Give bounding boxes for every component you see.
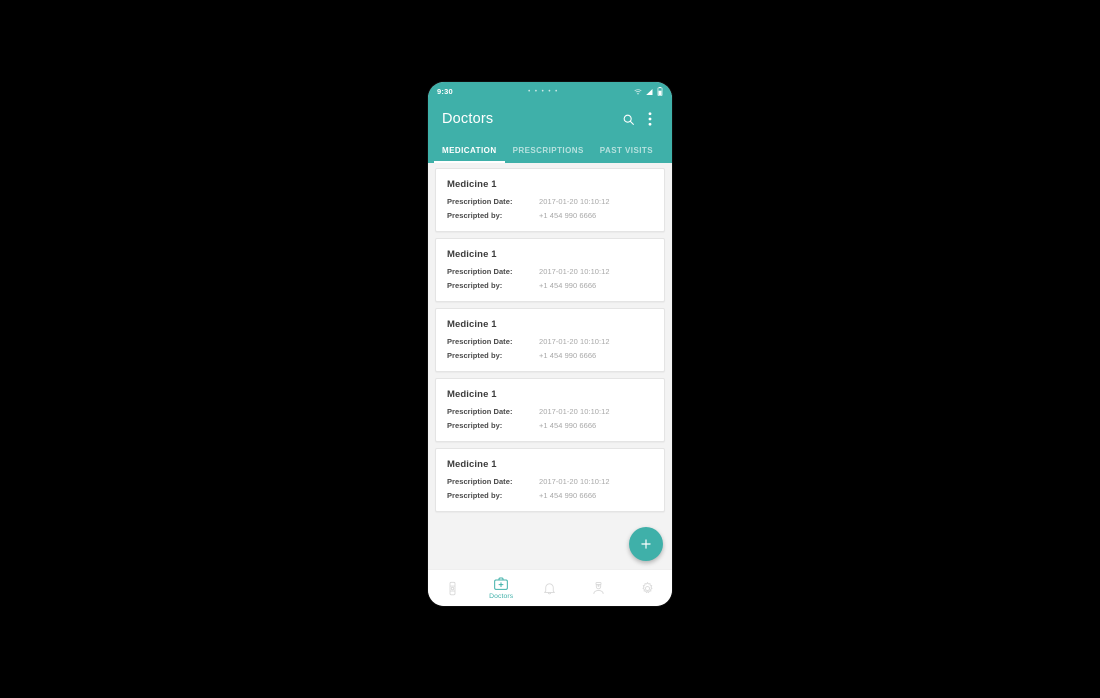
- status-bar-time: 9:30: [437, 87, 453, 96]
- prescription-date-label: Prescription Date:: [447, 407, 513, 416]
- signal-icon: [645, 88, 654, 96]
- overflow-menu-button[interactable]: [639, 108, 661, 130]
- prescripted-by-value: +1 454 990 6666: [539, 351, 597, 360]
- medicine-name: Medicine 1: [447, 319, 497, 330]
- tab-prescriptions[interactable]: PRESCRIPTIONS: [505, 137, 592, 163]
- nav-item-notifications[interactable]: [526, 570, 575, 606]
- prescripted-by-value: +1 454 990 6666: [539, 281, 597, 290]
- medicine-name: Medicine 1: [447, 389, 497, 400]
- prescripted-by-label: Prescripted by:: [447, 351, 503, 360]
- prescripted-by-row: Prescripted by: +1 454 990 6666: [447, 351, 653, 360]
- list-item[interactable]: Medicine 1 Prescription Date: 2017-01-20…: [435, 238, 665, 302]
- prescripted-by-value: +1 454 990 6666: [539, 491, 597, 500]
- prescripted-by-value: +1 454 990 6666: [539, 211, 597, 220]
- nav-item-medication[interactable]: [428, 570, 477, 606]
- prescripted-by-label: Prescripted by:: [447, 491, 503, 500]
- status-bar: 9:30 • • • • •: [428, 82, 672, 101]
- medicine-name: Medicine 1: [447, 459, 497, 470]
- prescription-date-row: Prescription Date: 2017-01-20 10:10:12: [447, 477, 653, 486]
- screen-background: 9:30 • • • • • Doctors MEDICATION PRESCR…: [0, 0, 1100, 698]
- list-item[interactable]: Medicine 1 Prescription Date: 2017-01-20…: [435, 448, 665, 512]
- prescription-date-row: Prescription Date: 2017-01-20 10:10:12: [447, 407, 653, 416]
- prescription-date-label: Prescription Date:: [447, 337, 513, 346]
- pill-pack-icon: [445, 581, 460, 596]
- tab-past-visits[interactable]: PAST VISITS: [592, 137, 661, 163]
- nav-item-doctors[interactable]: Doctors: [477, 570, 526, 606]
- battery-icon: [657, 87, 663, 96]
- status-bar-center-dots: • • • • •: [528, 88, 559, 95]
- tab-medication-label: MEDICATION: [442, 145, 497, 155]
- search-button[interactable]: [617, 108, 639, 130]
- prescripted-by-value: +1 454 990 6666: [539, 421, 597, 430]
- prescripted-by-row: Prescripted by: +1 454 990 6666: [447, 491, 653, 500]
- doctor-person-icon: [591, 581, 606, 596]
- list-item[interactable]: Medicine 1 Prescription Date: 2017-01-20…: [435, 168, 665, 232]
- bell-icon: [542, 581, 557, 596]
- prescripted-by-label: Prescripted by:: [447, 421, 503, 430]
- tab-medication[interactable]: MEDICATION: [434, 137, 505, 163]
- app-bar: Doctors: [428, 101, 672, 137]
- bottom-navigation: Doctors: [428, 569, 672, 606]
- medicine-name: Medicine 1: [447, 249, 497, 260]
- plus-icon: [639, 537, 653, 551]
- prescription-date-row: Prescription Date: 2017-01-20 10:10:12: [447, 197, 653, 206]
- tab-past-visits-label: PAST VISITS: [599, 145, 654, 155]
- tab-prescriptions-label: PRESCRIPTIONS: [512, 145, 584, 155]
- nav-item-settings[interactable]: [623, 570, 672, 606]
- add-button[interactable]: [629, 527, 663, 561]
- prescription-date-row: Prescription Date: 2017-01-20 10:10:12: [447, 267, 653, 276]
- search-icon: [622, 113, 635, 126]
- tab-bar: MEDICATION PRESCRIPTIONS PAST VISITS: [428, 137, 672, 163]
- status-bar-icons: [634, 87, 663, 96]
- page-title: Doctors: [442, 111, 494, 127]
- wifi-icon: [634, 88, 642, 96]
- prescripted-by-row: Prescripted by: +1 454 990 6666: [447, 421, 653, 430]
- prescripted-by-row: Prescripted by: +1 454 990 6666: [447, 211, 653, 220]
- phone-frame: 9:30 • • • • • Doctors MEDICATION PRESCR…: [428, 82, 672, 606]
- gear-icon: [640, 581, 655, 596]
- medication-list[interactable]: Medicine 1 Prescription Date: 2017-01-20…: [428, 163, 672, 570]
- prescription-date-label: Prescription Date:: [447, 477, 513, 486]
- prescription-date-label: Prescription Date:: [447, 197, 513, 206]
- nav-item-profile[interactable]: [574, 570, 623, 606]
- list-item[interactable]: Medicine 1 Prescription Date: 2017-01-20…: [435, 308, 665, 372]
- prescription-date-value: 2017-01-20 10:10:12: [539, 197, 610, 206]
- prescription-date-label: Prescription Date:: [447, 267, 513, 276]
- prescripted-by-label: Prescripted by:: [447, 281, 503, 290]
- prescription-date-value: 2017-01-20 10:10:12: [539, 267, 610, 276]
- prescription-date-value: 2017-01-20 10:10:12: [539, 477, 610, 486]
- prescription-date-value: 2017-01-20 10:10:12: [539, 337, 610, 346]
- prescripted-by-label: Prescripted by:: [447, 211, 503, 220]
- medical-bag-icon: [493, 576, 509, 592]
- prescripted-by-row: Prescripted by: +1 454 990 6666: [447, 281, 653, 290]
- list-item[interactable]: Medicine 1 Prescription Date: 2017-01-20…: [435, 378, 665, 442]
- nav-item-doctors-label: Doctors: [489, 593, 514, 600]
- prescription-date-value: 2017-01-20 10:10:12: [539, 407, 610, 416]
- overflow-menu-icon: [648, 112, 652, 126]
- prescription-date-row: Prescription Date: 2017-01-20 10:10:12: [447, 337, 653, 346]
- medicine-name: Medicine 1: [447, 179, 497, 190]
